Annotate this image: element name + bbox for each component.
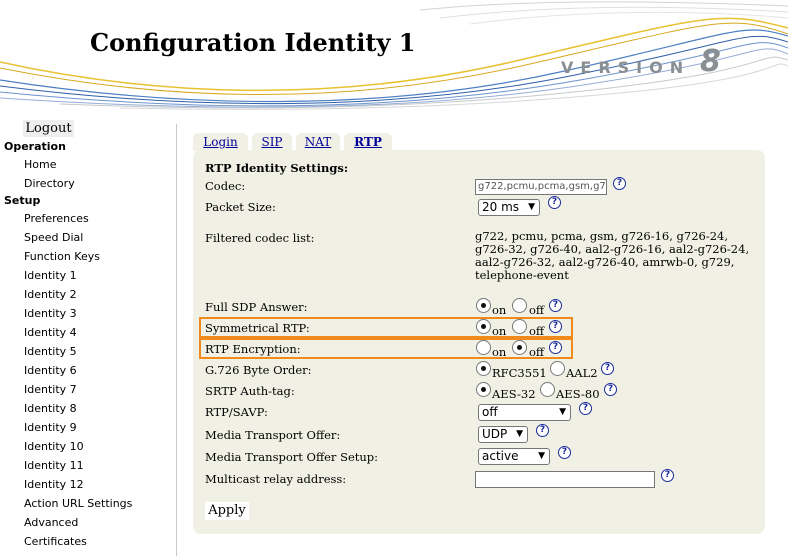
multicast-relay-input[interactable] (475, 471, 655, 488)
sidebar-heading-setup: Setup (4, 194, 41, 207)
chevron-down-icon: ▼ (538, 451, 545, 461)
g726-rfc3551-radio[interactable] (476, 361, 491, 376)
codec-label: Codec: (205, 179, 246, 193)
symmetrical-rtp-off-label: off (529, 324, 545, 338)
media-transport-offer-label: Media Transport Offer: (205, 428, 341, 442)
symmetrical-rtp-help-icon[interactable]: ? (549, 320, 562, 333)
filtered-codec-list: g722, pcmu, pcma, gsm, g726-16, g726-24,… (475, 229, 750, 282)
sidebar-heading-operation: Operation (4, 140, 66, 153)
media-transport-setup-value: active (482, 449, 519, 463)
symmetrical-rtp-on-label: on (492, 324, 507, 338)
full-sdp-label: Full SDP Answer: (205, 300, 308, 314)
rtp-encryption-off-label: off (529, 345, 545, 359)
tab-sip[interactable]: SIP (252, 133, 292, 151)
symmetrical-rtp-on-radio[interactable] (476, 319, 491, 334)
tab-login[interactable]: Login (193, 133, 248, 151)
tab-rtp[interactable]: RTP (344, 133, 392, 151)
media-transport-setup-help-icon[interactable]: ? (558, 446, 571, 459)
media-transport-setup-label: Media Transport Offer Setup: (205, 450, 379, 464)
rtp-encryption-off-radio[interactable] (512, 340, 527, 355)
rtp-encryption-on-label: on (492, 345, 507, 359)
sidebar-divider (176, 124, 177, 556)
srtp-auth-tag-label: SRTP Auth-tag: (205, 384, 295, 398)
g726-aal2-label: AAL2 (566, 366, 598, 380)
packet-size-select[interactable]: 20 ms ▼ (478, 199, 540, 216)
codec-input[interactable]: g722,pcmu,pcma,gsm,g726-16,g726-24,g726-… (475, 179, 607, 195)
sidebar-item-identity-12[interactable]: Identity 12 (24, 478, 84, 491)
codec-help-icon[interactable]: ? (613, 177, 626, 190)
srtp-aes32-radio[interactable] (476, 382, 491, 397)
sidebar-item-identity-2[interactable]: Identity 2 (24, 288, 77, 301)
sidebar-item-identity-11[interactable]: Identity 11 (24, 459, 84, 472)
full-sdp-help-icon[interactable]: ? (549, 299, 562, 312)
tab-nat[interactable]: NAT (296, 133, 340, 151)
srtp-help-icon[interactable]: ? (604, 383, 617, 396)
sidebar-item-identity-4[interactable]: Identity 4 (24, 326, 77, 339)
media-transport-offer-select[interactable]: UDP ▼ (478, 426, 528, 443)
rtp-savp-value: off (482, 405, 498, 419)
rtp-savp-select[interactable]: off ▼ (478, 404, 571, 421)
packet-size-help-icon[interactable]: ? (548, 196, 561, 209)
filtered-codec-label: Filtered codec list: (205, 231, 315, 245)
packet-size-label: Packet Size: (205, 200, 276, 214)
full-sdp-on-radio[interactable] (476, 298, 491, 313)
sidebar-item-identity-6[interactable]: Identity 6 (24, 364, 77, 377)
g726-rfc3551-label: RFC3551 (492, 366, 547, 380)
apply-button[interactable]: Apply (205, 502, 249, 520)
rtp-encryption-on-radio[interactable] (476, 340, 491, 355)
header: Configuration Identity 1 VERSION 8 (0, 0, 788, 112)
full-sdp-on-label: on (492, 303, 507, 317)
rtp-savp-label: RTP/SAVP: (205, 405, 268, 419)
srtp-aes80-label: AES-80 (556, 387, 600, 401)
media-transport-offer-help-icon[interactable]: ? (536, 424, 549, 437)
version-label: VERSION (561, 58, 691, 77)
full-sdp-off-label: off (529, 303, 545, 317)
chevron-down-icon: ▼ (528, 202, 535, 212)
srtp-aes32-label: AES-32 (492, 387, 536, 401)
symmetrical-rtp-label: Symmetrical RTP: (205, 321, 310, 335)
srtp-aes80-radio[interactable] (540, 382, 555, 397)
sidebar-item-action-url-settings[interactable]: Action URL Settings (24, 497, 132, 510)
multicast-relay-label: Multicast relay address: (205, 472, 347, 486)
chevron-down-icon: ▼ (559, 407, 566, 417)
sidebar-item-speed-dial[interactable]: Speed Dial (24, 231, 83, 244)
sidebar-item-directory[interactable]: Directory (24, 177, 75, 190)
sidebar: Logout Operation Home Directory Setup Pr… (0, 118, 176, 556)
full-sdp-off-radio[interactable] (512, 298, 527, 313)
sidebar-item-identity-8[interactable]: Identity 8 (24, 402, 77, 415)
media-transport-offer-value: UDP (482, 427, 508, 441)
page-title: Configuration Identity 1 (90, 28, 416, 57)
rtp-encryption-help-icon[interactable]: ? (549, 341, 562, 354)
multicast-relay-help-icon[interactable]: ? (661, 469, 674, 482)
sidebar-item-preferences[interactable]: Preferences (24, 212, 89, 225)
sidebar-item-identity-10[interactable]: Identity 10 (24, 440, 84, 453)
symmetrical-rtp-off-radio[interactable] (512, 319, 527, 334)
g726-byte-order-label: G.726 Byte Order: (205, 363, 312, 377)
chevron-down-icon: ▼ (516, 429, 523, 439)
g726-help-icon[interactable]: ? (601, 362, 614, 375)
sidebar-item-certificates[interactable]: Certificates (24, 535, 87, 548)
sidebar-item-identity-7[interactable]: Identity 7 (24, 383, 77, 396)
version-number: 8 (700, 44, 721, 79)
sidebar-item-advanced[interactable]: Advanced (24, 516, 78, 529)
rtp-encryption-label: RTP Encryption: (205, 342, 301, 356)
media-transport-setup-select[interactable]: active ▼ (478, 448, 550, 465)
sidebar-item-identity-9[interactable]: Identity 9 (24, 421, 77, 434)
rtp-savp-help-icon[interactable]: ? (579, 402, 592, 415)
sidebar-item-function-keys[interactable]: Function Keys (24, 250, 100, 263)
section-heading: RTP Identity Settings: (205, 161, 349, 175)
sidebar-item-identity-3[interactable]: Identity 3 (24, 307, 77, 320)
sidebar-item-identity-5[interactable]: Identity 5 (24, 345, 77, 358)
g726-aal2-radio[interactable] (550, 361, 565, 376)
sidebar-item-home[interactable]: Home (24, 158, 56, 171)
sidebar-item-identity-1[interactable]: Identity 1 (24, 269, 77, 282)
logout-button[interactable]: Logout (23, 120, 74, 137)
packet-size-value: 20 ms (482, 200, 520, 214)
